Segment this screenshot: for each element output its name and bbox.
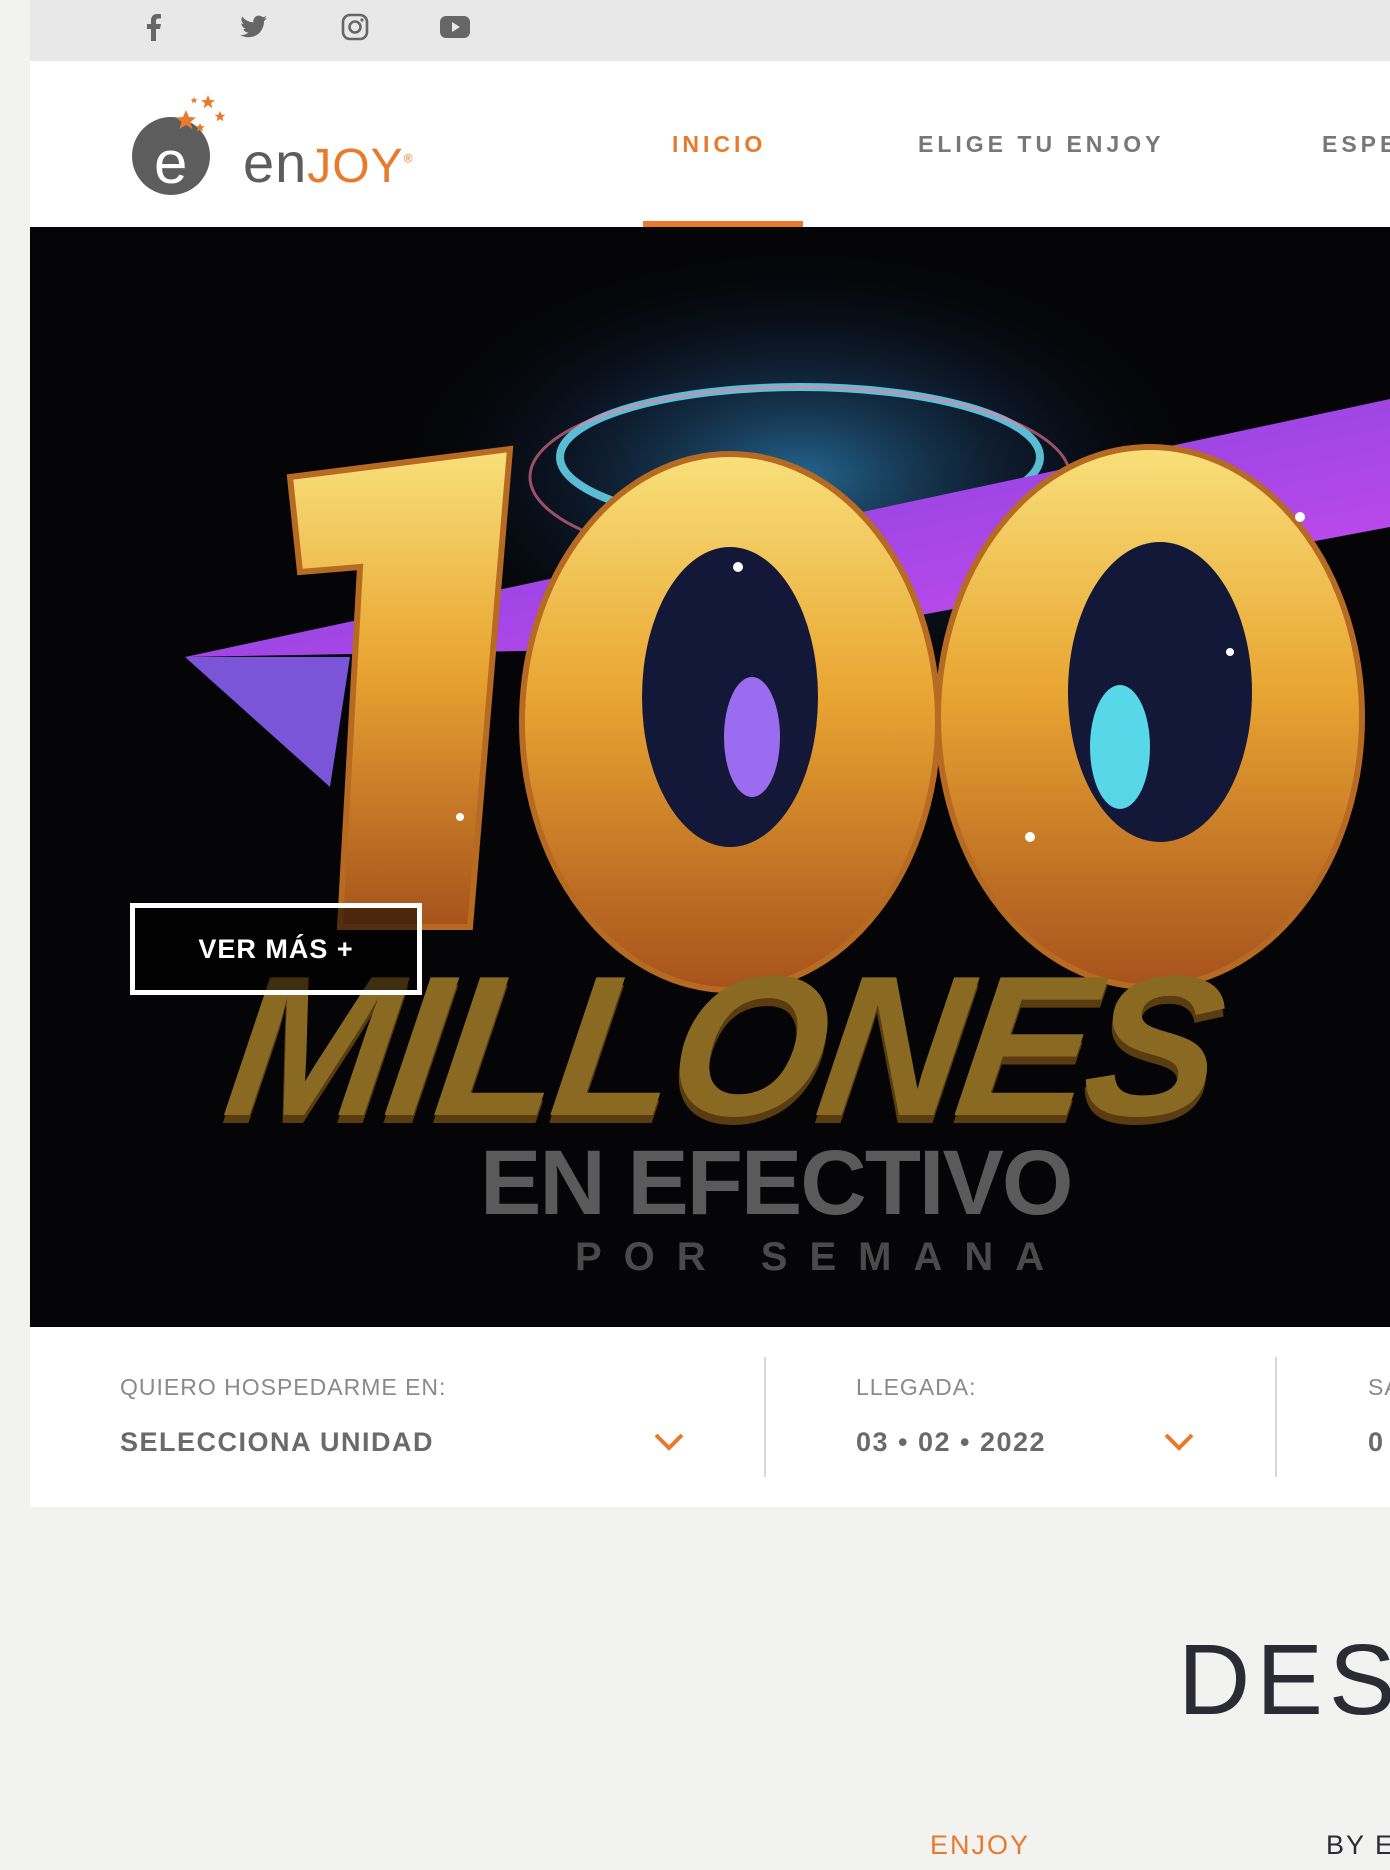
svg-text:e: e <box>154 129 187 196</box>
logo-mark-icon: e <box>132 95 226 196</box>
tab-by-enjoy[interactable]: BY E <box>1326 1832 1390 1859</box>
nav-espectaculos[interactable]: ESPE <box>1322 131 1390 158</box>
hero-line-semana: POR SEMANA <box>575 1235 1067 1279</box>
arrival-date[interactable]: 03 • 02 • 2022 <box>856 1427 1046 1458</box>
site-header: e enJOY® INICIO ELIGE TU ENJOY ESPE <box>30 61 1390 229</box>
hero-banner: MILLONES EN EFECTIVO POR SEMANA VER MÁS … <box>30 227 1390 1327</box>
page: e enJOY® INICIO ELIGE TU ENJOY ESPE <box>30 0 1390 1870</box>
booking-bar: QUIERO HOSPEDARME EN: SELECCIONA UNIDAD … <box>30 1327 1390 1507</box>
youtube-icon[interactable] <box>439 11 471 43</box>
nav-inicio[interactable]: INICIO <box>672 131 766 158</box>
nav-elige-tu-enjoy[interactable]: ELIGE TU ENJOY <box>918 131 1164 158</box>
section-title: DES <box>1178 1624 1390 1736</box>
chevron-down-icon[interactable] <box>652 1425 686 1459</box>
chevron-down-icon[interactable] <box>1162 1425 1196 1459</box>
field-divider <box>764 1357 766 1477</box>
ver-mas-button[interactable]: VER MÁS + <box>130 903 422 995</box>
hotel-select[interactable]: SELECCIONA UNIDAD <box>120 1427 434 1458</box>
instagram-icon[interactable] <box>339 11 371 43</box>
hero-line-efectivo: EN EFECTIVO <box>480 1132 1073 1234</box>
facebook-icon[interactable] <box>138 11 170 43</box>
twitter-icon[interactable] <box>238 11 270 43</box>
field-divider <box>1275 1357 1277 1477</box>
arrival-label: LLEGADA: <box>856 1374 977 1400</box>
departure-label: SA <box>1368 1374 1390 1400</box>
social-bar <box>30 0 1390 61</box>
enjoy-logo[interactable]: e enJOY® <box>128 83 448 203</box>
hotel-label: QUIERO HOSPEDARME EN: <box>120 1374 447 1400</box>
departure-date[interactable]: 0 <box>1368 1427 1385 1458</box>
logo-wordmark: enJOY® <box>243 131 414 194</box>
tab-enjoy[interactable]: ENJOY <box>930 1832 1030 1859</box>
